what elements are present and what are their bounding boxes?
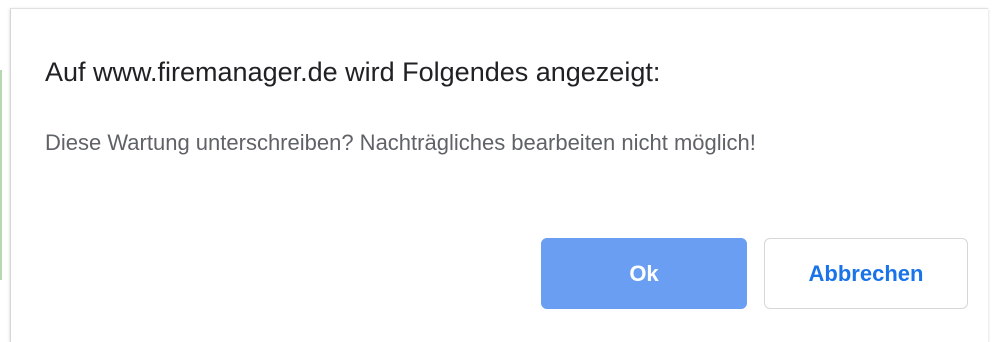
- background-page-edge: [0, 70, 10, 280]
- javascript-confirm-dialog: Auf www.firemanager.de wird Folgendes an…: [10, 8, 988, 342]
- ok-button[interactable]: Ok: [541, 238, 747, 309]
- cancel-button[interactable]: Abbrechen: [764, 238, 968, 309]
- browser-screen: Auf www.firemanager.de wird Folgendes an…: [0, 0, 994, 342]
- dialog-message: Diese Wartung unterschreiben? Nachträgli…: [45, 130, 756, 155]
- dialog-title: Auf www.firemanager.de wird Folgendes an…: [45, 57, 661, 87]
